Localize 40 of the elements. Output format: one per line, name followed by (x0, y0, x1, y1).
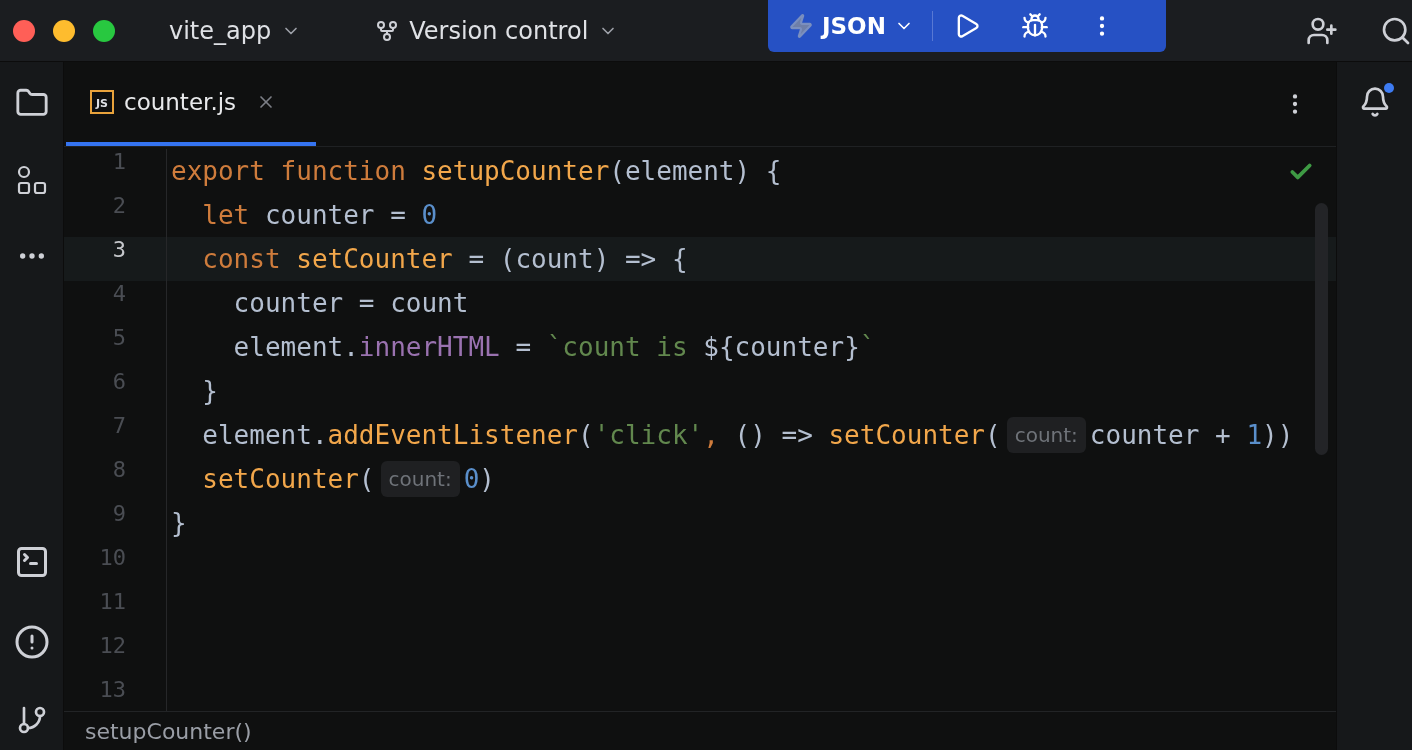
maximize-window-button[interactable] (93, 19, 115, 42)
branch-icon (375, 18, 400, 43)
code-text: let counter = 0 (201, 200, 438, 230)
line-number: 8 (64, 457, 167, 501)
code-text: } (171, 508, 187, 538)
line-number: 4 (64, 281, 167, 325)
code-text: const setCounter = (count) => { (201, 244, 688, 274)
line-number: 5 (64, 325, 167, 369)
parameter-hint: count: (380, 461, 460, 497)
code-text: element.innerHTML = `count is ${counter}` (232, 332, 876, 362)
parameter-hint: count: (1006, 417, 1086, 453)
file-tab[interactable]: JS counter.js (66, 62, 316, 146)
close-window-button[interactable] (13, 19, 35, 42)
bug-icon[interactable] (1020, 12, 1049, 40)
structure-icon[interactable] (15, 164, 48, 196)
breadcrumb[interactable]: setupCounter() (85, 718, 252, 744)
alert-icon[interactable] (13, 624, 50, 660)
line-number: 13 (64, 677, 167, 711)
line-number: 11 (64, 589, 167, 633)
version-control-menu[interactable]: Version control (369, 16, 625, 45)
line-number: 10 (64, 545, 167, 589)
code-text: } (201, 376, 218, 406)
minimize-window-button[interactable] (53, 19, 75, 42)
code-text: counter + 1)) (1089, 420, 1294, 450)
line-number: 9 (64, 501, 167, 545)
code-text: export function setupCounter(element) { (171, 156, 782, 186)
line-number: 1 (64, 149, 167, 193)
code-text: 0) (463, 464, 495, 494)
line-number: 6 (64, 369, 167, 413)
line-number: 3 (64, 237, 167, 281)
javascript-file-icon: JS (90, 90, 114, 114)
line-number: 7 (64, 413, 167, 457)
project-menu[interactable]: vite_app (163, 16, 308, 45)
lightning-icon (788, 13, 814, 39)
line-number: 12 (64, 633, 167, 677)
code-text: counter = count (232, 288, 469, 318)
scrollbar[interactable] (1315, 203, 1328, 455)
run-configuration-dropdown[interactable]: JSON (788, 13, 914, 39)
code-text: setCounter( (201, 464, 375, 494)
code-text: element.addEventListener('click', () => setCounter( (201, 420, 1001, 450)
